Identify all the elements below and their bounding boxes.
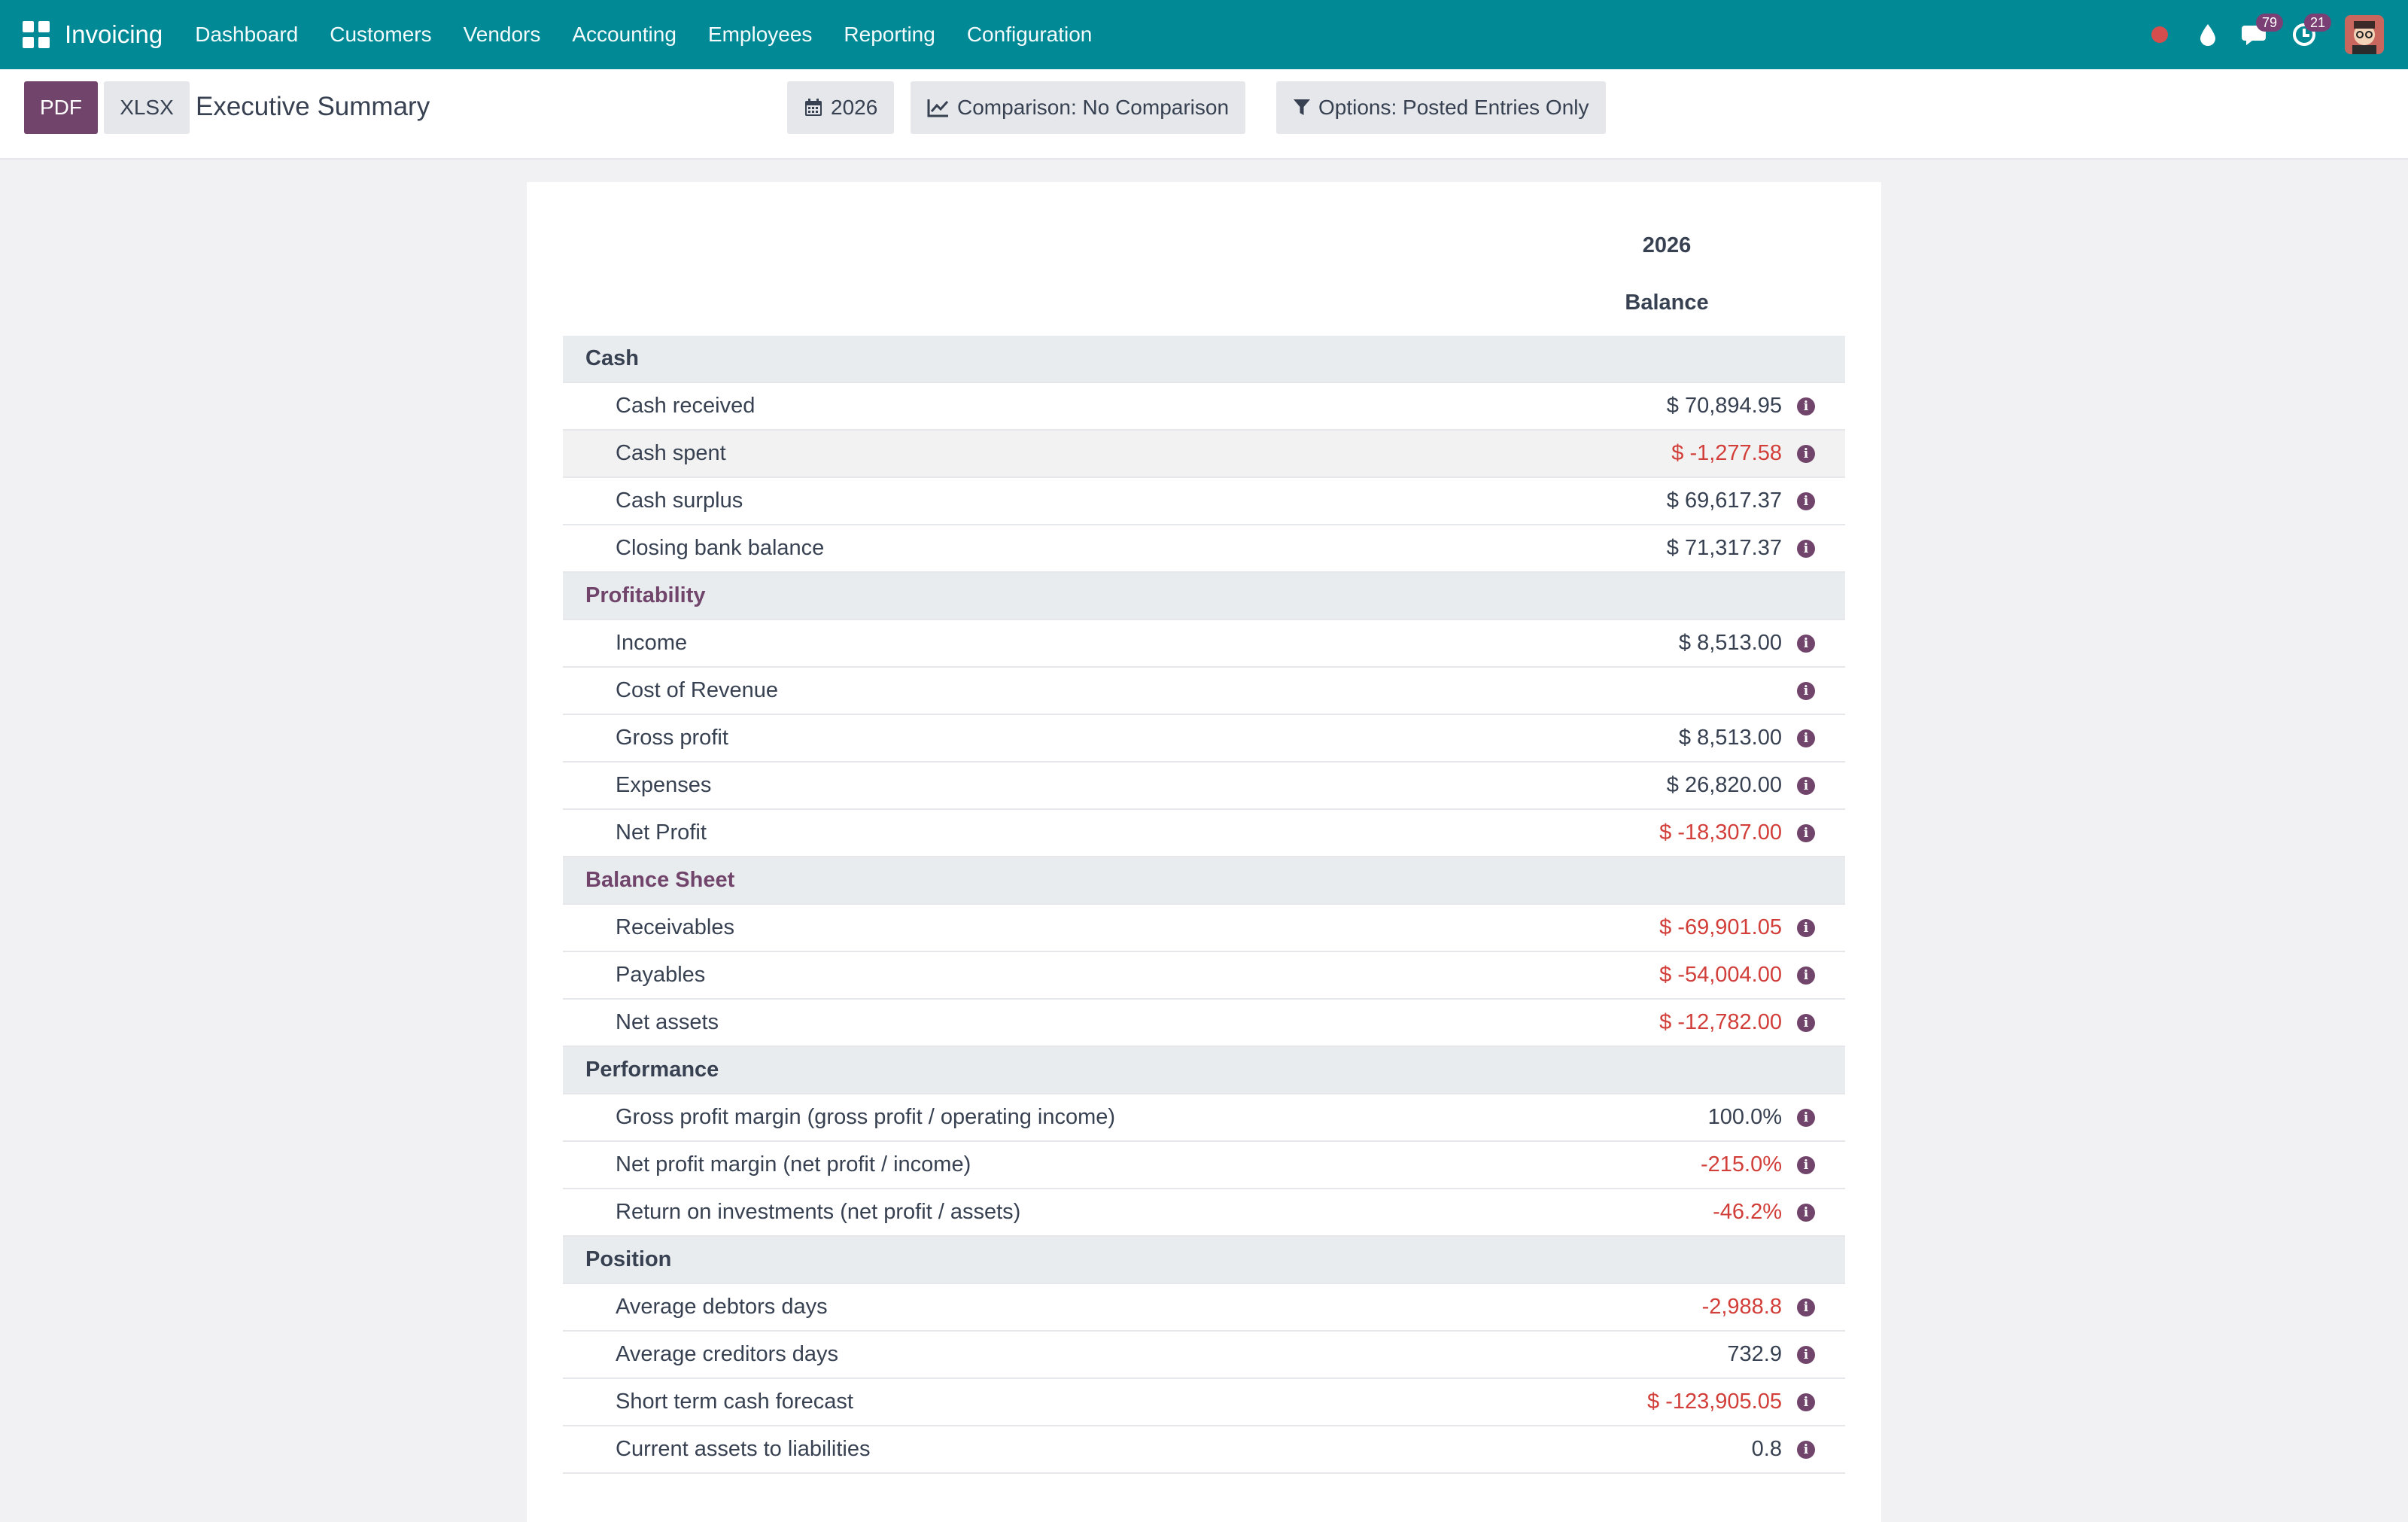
line-gross-profit[interactable]: Gross profit $ 8,513.00 i [563,715,1845,763]
app-brand[interactable]: Invoicing [65,20,163,49]
section-cash[interactable]: Cash [563,336,1845,383]
top-navbar: Invoicing Dashboard Customers Vendors Ac… [0,0,2408,69]
messages-icon[interactable]: 79 [2232,0,2283,69]
control-panel: PDF XLSX Executive Summary 2026 Comparis… [0,69,2408,160]
line-cost-of-revenue[interactable]: Cost of Revenue i [563,668,1845,715]
activities-badge: 21 [2303,14,2331,32]
line-receivables[interactable]: Receivables $ -69,901.05 i [563,905,1845,952]
recording-indicator-icon[interactable] [2136,0,2184,69]
report-sheet: 2026 Balance Cash Cash received $ 70,894… [527,182,1881,1522]
info-icon[interactable]: i [1797,1013,1815,1032]
section-balance-sheet[interactable]: Balance Sheet [563,857,1845,905]
line-chart-icon [927,99,949,117]
line-short-term-cash-forecast[interactable]: Short term cash forecast $ -123,905.05 i [563,1379,1845,1426]
info-icon[interactable]: i [1797,918,1815,937]
info-icon[interactable]: i [1797,539,1815,558]
date-filter-label: 2026 [831,96,878,119]
info-icon[interactable]: i [1797,492,1815,510]
info-icon[interactable]: i [1797,1298,1815,1317]
line-net-profit[interactable]: Net Profit $ -18,307.00 i [563,810,1845,857]
menu-employees[interactable]: Employees [692,23,829,47]
info-icon[interactable]: i [1797,729,1815,747]
comparison-filter-button[interactable]: Comparison: No Comparison [911,81,1246,134]
info-icon[interactable]: i [1797,823,1815,842]
info-icon[interactable]: i [1797,1203,1815,1222]
line-net-assets[interactable]: Net assets $ -12,782.00 i [563,1000,1845,1047]
filter-icon [1294,99,1310,115]
line-expenses[interactable]: Expenses $ 26,820.00 i [563,763,1845,810]
line-cash-spent[interactable]: Cash spent $ -1,277.58 i [563,431,1845,478]
line-average-creditors-days[interactable]: Average creditors days 732.9 i [563,1332,1845,1379]
info-icon[interactable]: i [1797,1108,1815,1127]
info-icon[interactable]: i [1797,1155,1815,1174]
info-icon[interactable]: i [1797,397,1815,416]
pdf-button[interactable]: PDF [24,81,98,134]
menu-configuration[interactable]: Configuration [951,23,1108,47]
line-cash-surplus[interactable]: Cash surplus $ 69,617.37 i [563,478,1845,525]
line-return-on-investments[interactable]: Return on investments (net profit / asse… [563,1189,1845,1237]
calendar-icon [805,99,822,116]
user-avatar[interactable] [2345,15,2384,54]
line-average-debtors-days[interactable]: Average debtors days -2,988.8 i [563,1284,1845,1332]
options-filter-label: Options: Posted Entries Only [1318,96,1589,119]
line-net-profit-margin[interactable]: Net profit margin (net profit / income) … [563,1142,1845,1189]
line-closing-bank-balance[interactable]: Closing bank balance $ 71,317.37 i [563,525,1845,573]
menu-dashboard[interactable]: Dashboard [179,23,314,47]
options-filter-button[interactable]: Options: Posted Entries Only [1276,81,1606,134]
info-icon[interactable]: i [1797,444,1815,463]
activities-clock-icon[interactable]: 21 [2280,0,2331,69]
info-icon[interactable]: i [1797,1393,1815,1411]
section-performance[interactable]: Performance [563,1047,1845,1094]
comparison-filter-label: Comparison: No Comparison [957,96,1230,119]
line-gross-profit-margin[interactable]: Gross profit margin (gross profit / oper… [563,1094,1845,1142]
messages-badge: 79 [2255,14,2283,32]
report-table: Cash Cash received $ 70,894.95 i Cash sp… [563,336,1845,1474]
section-position[interactable]: Position [563,1237,1845,1284]
info-icon[interactable]: i [1797,634,1815,653]
xlsx-button[interactable]: XLSX [104,81,190,134]
info-icon[interactable]: i [1797,1345,1815,1364]
page-title: Executive Summary [196,92,430,121]
section-profitability[interactable]: Profitability [563,573,1845,620]
menu-customers[interactable]: Customers [314,23,447,47]
info-icon[interactable]: i [1797,966,1815,985]
menu-accounting[interactable]: Accounting [556,23,692,47]
menu-vendors[interactable]: Vendors [448,23,557,47]
line-cash-received[interactable]: Cash received $ 70,894.95 i [563,383,1845,431]
line-current-assets-to-liabilities[interactable]: Current assets to liabilities 0.8 i [563,1426,1845,1474]
drop-icon[interactable] [2184,0,2232,69]
apps-menu-icon[interactable] [23,21,50,48]
line-income[interactable]: Income $ 8,513.00 i [563,620,1845,668]
date-filter-button[interactable]: 2026 [787,81,895,134]
info-icon[interactable]: i [1797,1440,1815,1459]
line-payables[interactable]: Payables $ -54,004.00 i [563,952,1845,1000]
menu-reporting[interactable]: Reporting [828,23,950,47]
info-icon[interactable]: i [1797,776,1815,795]
info-icon[interactable]: i [1797,681,1815,700]
